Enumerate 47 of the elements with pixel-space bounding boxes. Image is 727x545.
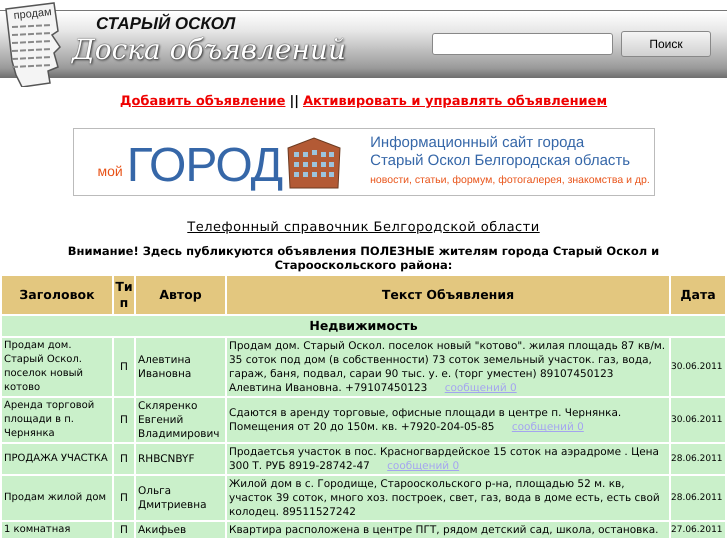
- table-cell: Скляренко Евгений Владимирович: [136, 398, 225, 442]
- ad-text: Продаетсья участок в пос. Красногвардейское 15 соток на аэрадроме . Цена 300 Т. РУБ 8919-28742-47 сообщений 0: [227, 444, 669, 474]
- ad-text: Сдаются в аренду торговые, офисные площади в центре п. Чернянка. Помещения от 20 до 150м. кв. +7920-204-05-85 сообщений 0: [227, 398, 669, 442]
- table-cell: Ольга Дмитриевна: [136, 476, 225, 520]
- column-header: Дата: [671, 276, 725, 314]
- link-separator: ||: [289, 93, 299, 111]
- table-cell: Алевтина Ивановна: [136, 338, 225, 396]
- site-title: Доска объявлений: [72, 36, 346, 64]
- paper-sheet-icon: продам: [2, 1, 64, 87]
- column-header: Заголовок: [2, 276, 112, 314]
- search-field[interactable]: [432, 33, 613, 55]
- banner-logo-text: ГОРОД: [126, 142, 282, 190]
- section-header: Недвижимость: [2, 316, 725, 336]
- table-cell: П: [114, 476, 134, 520]
- ad-text: Квартира расположена в центре ПГТ, рядом детский сад, школа, остановка.: [227, 522, 669, 538]
- table-cell: Акифьев: [136, 522, 225, 538]
- table-cell: 30.06.2011: [671, 398, 725, 442]
- table-cell: RHBCNBYF: [136, 444, 225, 474]
- banner-text: новости, статьи, формум, фотогалерея, знакомства и др.: [370, 172, 650, 188]
- city-name: СТАРЫЙ ОСКОЛ: [96, 15, 236, 32]
- table-cell: Продам жилой дом: [2, 476, 112, 520]
- table-cell: Аренда торговой площади в п. Чернянка: [2, 398, 112, 442]
- table-cell: ПРОДАЖА УЧАСТКА: [2, 444, 112, 474]
- banner-text: мой: [98, 162, 123, 180]
- nav-link[interactable]: Активировать и управлять объявлением: [302, 92, 608, 112]
- column-header: Текст Объявления: [227, 276, 669, 314]
- table-cell: 28.06.2011: [671, 444, 725, 474]
- search-button[interactable]: Поиск: [621, 31, 711, 57]
- table-cell: П: [114, 444, 134, 474]
- table-cell: П: [114, 522, 134, 538]
- table-cell: 28.06.2011: [671, 476, 725, 520]
- table-cell: 27.06.2011: [671, 522, 725, 538]
- table-cell: 1 комнатная: [2, 522, 112, 538]
- nav-link[interactable]: Добавить объявление: [120, 92, 286, 112]
- table-cell: П: [114, 338, 134, 396]
- table-cell: Продам дом. Старый Оскол. поселок новый котово: [2, 338, 112, 396]
- directory-link[interactable]: Телефонный справочник Белгородской области: [187, 220, 540, 234]
- column-header: Тип: [114, 276, 134, 314]
- banner-text: Старый Оскол Белгородская область: [370, 152, 632, 169]
- ad-text: Продам дом. Старый Оскол. поселок новый "котово". жилая площадь 87 кв/м. 35 соток под дом (в собственности) 73 соток земельный участок. газ, вода, гараж, баня, подвал, сараи 90 тыс. у. е. (торг уместен) 89107450123 Алевтина Ивановна. +79107450123 сообщений 0: [227, 338, 669, 396]
- banner-text: Информационный сайт города: [370, 134, 586, 152]
- ad-text: Жилой дом в с. Городище, Старооскольского р-на, площадью 52 м. кв, участок 39 соток, много хоз. построек, свет, газ, вода в доме есть, есть свой колодец. 89511527242: [227, 476, 669, 520]
- advert-banner[interactable]: мой ГОРОД Информационный сайт города Старый Оскол Белгородская область новости, статьи, формум, фотогалерея, знакомства и др.: [72, 128, 654, 196]
- table-cell: П: [114, 398, 134, 442]
- table-cell: 30.06.2011: [671, 338, 725, 396]
- column-header: Автор: [136, 276, 225, 314]
- notice-text: Внимание! Здесь публикуются объявления ПОЛЕЗНЫЕ жителям города Старый Оскол и Старооскольского района:: [66, 244, 660, 274]
